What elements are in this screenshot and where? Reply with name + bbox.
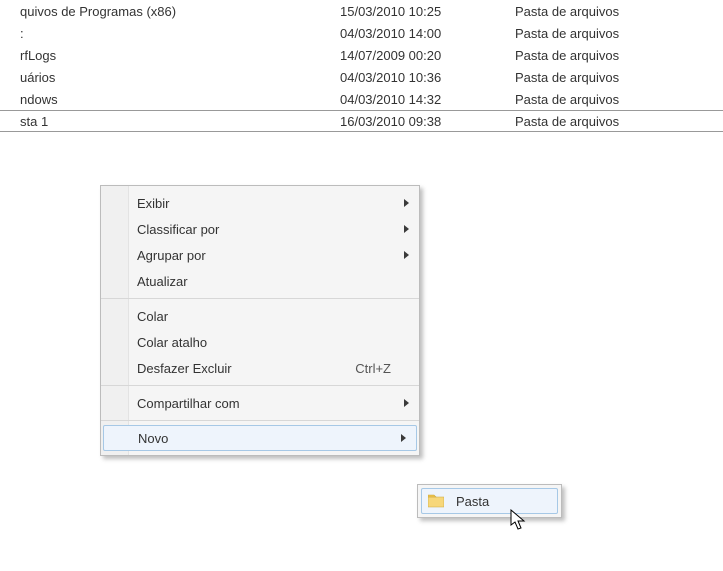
file-name: uários bbox=[0, 70, 340, 85]
table-row[interactable]: quivos de Programas (x86) 15/03/2010 10:… bbox=[0, 0, 723, 22]
menu-item-group[interactable]: Agrupar por bbox=[101, 242, 419, 268]
file-type: Pasta de arquivos bbox=[515, 92, 723, 107]
table-row[interactable]: uários 04/03/2010 10:36 Pasta de arquivo… bbox=[0, 66, 723, 88]
file-name: sta 1 bbox=[0, 114, 340, 129]
menu-item-sort[interactable]: Classificar por bbox=[101, 216, 419, 242]
table-row[interactable]: ndows 04/03/2010 14:32 Pasta de arquivos bbox=[0, 88, 723, 110]
file-date: 14/07/2009 00:20 bbox=[340, 48, 515, 63]
file-name: quivos de Programas (x86) bbox=[0, 4, 340, 19]
file-date: 04/03/2010 10:36 bbox=[340, 70, 515, 85]
file-type: Pasta de arquivos bbox=[515, 70, 723, 85]
file-type: Pasta de arquivos bbox=[515, 48, 723, 63]
context-menu: Exibir Classificar por Agrupar por Atual… bbox=[100, 185, 420, 456]
table-row[interactable]: : 04/03/2010 14:00 Pasta de arquivos bbox=[0, 22, 723, 44]
chevron-right-icon bbox=[404, 199, 409, 207]
submenu-new: Pasta bbox=[417, 484, 562, 518]
file-date: 04/03/2010 14:32 bbox=[340, 92, 515, 107]
menu-item-paste[interactable]: Colar bbox=[101, 303, 419, 329]
file-type: Pasta de arquivos bbox=[515, 26, 723, 41]
menu-item-paste-shortcut[interactable]: Colar atalho bbox=[101, 329, 419, 355]
menu-item-view[interactable]: Exibir bbox=[101, 190, 419, 216]
chevron-right-icon bbox=[404, 225, 409, 233]
submenu-item-folder[interactable]: Pasta bbox=[421, 488, 558, 514]
file-list: quivos de Programas (x86) 15/03/2010 10:… bbox=[0, 0, 723, 132]
chevron-right-icon bbox=[404, 399, 409, 407]
menu-item-new[interactable]: Novo bbox=[103, 425, 417, 451]
file-name: : bbox=[0, 26, 340, 41]
file-name: rfLogs bbox=[0, 48, 340, 63]
file-type: Pasta de arquivos bbox=[515, 4, 723, 19]
file-type: Pasta de arquivos bbox=[515, 114, 723, 129]
file-date: 16/03/2010 09:38 bbox=[340, 114, 515, 129]
folder-icon bbox=[428, 494, 444, 508]
menu-item-undo-delete[interactable]: Desfazer Excluir Ctrl+Z bbox=[101, 355, 419, 381]
file-date: 04/03/2010 14:00 bbox=[340, 26, 515, 41]
submenu-item-label: Pasta bbox=[456, 494, 489, 509]
chevron-right-icon bbox=[401, 434, 406, 442]
table-row[interactable]: rfLogs 14/07/2009 00:20 Pasta de arquivo… bbox=[0, 44, 723, 66]
chevron-right-icon bbox=[404, 251, 409, 259]
menu-item-share[interactable]: Compartilhar com bbox=[101, 390, 419, 416]
menu-item-refresh[interactable]: Atualizar bbox=[101, 268, 419, 294]
table-row-selected[interactable]: sta 1 16/03/2010 09:38 Pasta de arquivos bbox=[0, 110, 723, 132]
file-date: 15/03/2010 10:25 bbox=[340, 4, 515, 19]
file-name: ndows bbox=[0, 92, 340, 107]
